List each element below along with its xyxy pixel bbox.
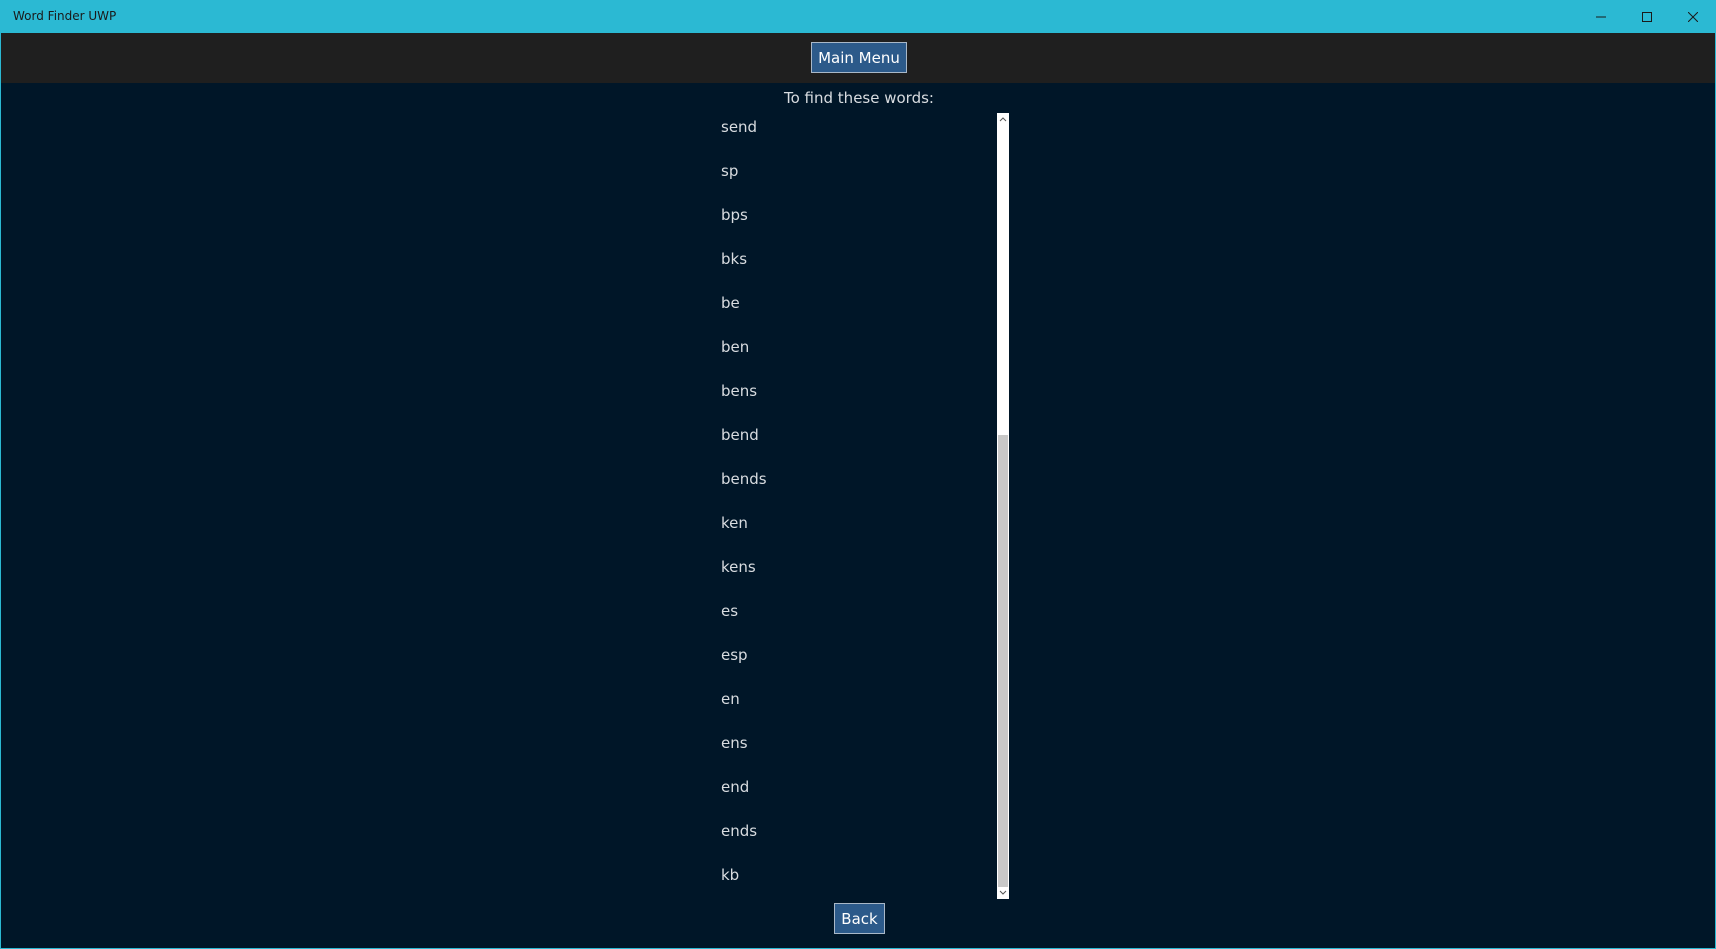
instructions-label: To find these words:	[784, 89, 934, 107]
list-item[interactable]: bks	[721, 237, 747, 281]
maximize-icon	[1642, 12, 1652, 22]
scroll-down-button[interactable]	[997, 887, 1009, 899]
list-item[interactable]: kb	[721, 853, 739, 897]
title-bar[interactable]: Word Finder UWP	[1, 1, 1715, 33]
app-window: Word Finder UWP Main Menu To find these …	[0, 0, 1716, 949]
list-item[interactable]: es	[721, 589, 738, 633]
window-title: Word Finder UWP	[13, 9, 117, 23]
vertical-scrollbar[interactable]	[997, 113, 1009, 899]
maximize-button[interactable]	[1624, 1, 1670, 33]
close-button[interactable]	[1670, 1, 1715, 33]
word-list[interactable]: send sp bps bks be ben bens bend bends ken kens es e…	[717, 113, 997, 899]
chevron-down-icon	[999, 890, 1007, 895]
list-item[interactable]: ends	[721, 809, 757, 853]
list-item[interactable]: bend	[721, 413, 759, 457]
list-item[interactable]: ben	[721, 325, 749, 369]
list-item[interactable]: be	[721, 281, 740, 325]
list-item[interactable]: bens	[721, 369, 757, 413]
list-item[interactable]: kens	[721, 545, 756, 589]
list-item[interactable]: end	[721, 765, 749, 809]
list-item[interactable]: sp	[721, 149, 738, 193]
list-item[interactable]: en	[721, 677, 740, 721]
back-button[interactable]: Back	[834, 903, 885, 934]
chevron-up-icon	[999, 117, 1007, 122]
scroll-thumb[interactable]	[998, 435, 1008, 887]
scroll-up-button[interactable]	[997, 113, 1009, 125]
list-item[interactable]: ens	[721, 721, 748, 765]
list-item[interactable]: bends	[721, 457, 767, 501]
list-item[interactable]: send	[721, 113, 757, 149]
list-item[interactable]: esp	[721, 633, 748, 677]
minimize-button[interactable]	[1578, 1, 1624, 33]
main-menu-button[interactable]: Main Menu	[811, 42, 907, 73]
close-icon	[1688, 12, 1698, 22]
list-item[interactable]: ken	[721, 501, 748, 545]
list-item[interactable]: bps	[721, 193, 748, 237]
minimize-icon	[1596, 16, 1606, 18]
